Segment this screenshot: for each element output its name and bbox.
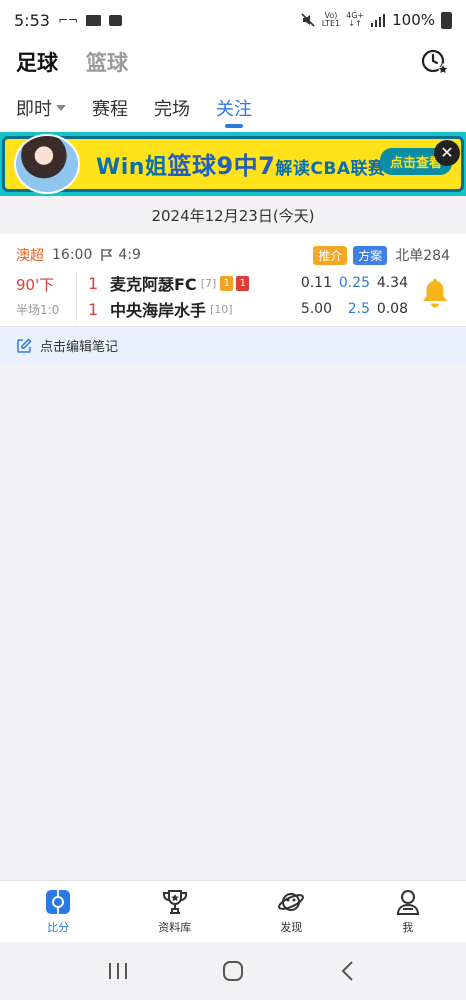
app-screen: 5:53 ⌐¬ Vo) LTE1 4G+ ↓↑ 100% 足球 篮球 即时 赛程… <box>0 0 466 1000</box>
nav-discover[interactable]: 发现 <box>233 881 350 942</box>
nav-discover-label: 发现 <box>280 921 303 934</box>
nav-database-label: 资料库 <box>158 921 192 934</box>
away-score: 1 <box>88 299 99 319</box>
home-team-rank: [7] <box>200 276 217 290</box>
corner-count: 4:9 <box>118 247 141 263</box>
match-minute: 90'下 <box>16 276 55 294</box>
tab-finished[interactable]: 完场 <box>154 84 190 132</box>
user-icon <box>396 890 419 915</box>
date-header: 2024年12月23日(今天) <box>0 196 466 234</box>
handicap-value: 0.25 <box>338 275 370 291</box>
clock-star-icon <box>421 49 450 75</box>
banner-text-c: 解读CBA联赛 <box>275 159 386 179</box>
volte-bottom: LTE1 <box>321 19 341 28</box>
signal-icon <box>371 14 386 27</box>
bottom-nav: 比分 资料库 发现 我 <box>0 880 466 942</box>
away-team-row: 1 中央海岸水手 [10] <box>88 298 237 321</box>
away-team-name: 中央海岸水手 <box>110 301 207 320</box>
network-indicator: 4G+ ↓↑ <box>346 12 364 28</box>
plan-tag[interactable]: 方案 <box>353 245 388 265</box>
odds-value: 5.00 <box>300 301 332 317</box>
nav-scores-label: 比分 <box>47 921 70 934</box>
nav-scores[interactable]: 比分 <box>0 881 117 942</box>
system-nav-bar <box>0 942 466 1000</box>
edit-note-label: 点击编辑笔记 <box>40 340 119 355</box>
home-team-row: 1 麦克阿瑟FC [7] 1 1 <box>88 272 252 294</box>
home-button[interactable] <box>213 956 253 986</box>
odds-value: 0.11 <box>300 275 332 291</box>
promo-banner[interactable]: Win姐篮球9中7解读CBA联赛 点击查看 ✕ <box>0 132 466 196</box>
tab-finished-label: 完场 <box>154 99 190 120</box>
back-icon <box>341 961 354 981</box>
banner-headline: Win姐篮球9中7解读CBA联赛 <box>96 146 385 181</box>
match-meta-row: 澳超 16:00 4:9 推介 方案 北单284 <box>16 244 450 266</box>
banner-text-b: 篮球9中7 <box>167 152 276 180</box>
banner-avatar-image <box>14 134 80 194</box>
home-odds-row: 0.11 0.25 4.34 <box>294 272 408 294</box>
carrier-icon: ⌐¬ <box>57 13 79 27</box>
volte-indicator: Vo) LTE1 <box>322 12 340 28</box>
odds-value: 0.08 <box>376 301 408 317</box>
battery-percent: 100% <box>392 11 435 29</box>
status-right: Vo) LTE1 4G+ ↓↑ 100% <box>300 11 452 29</box>
yellow-card-count: 1 <box>220 275 234 291</box>
match-time: 16:00 <box>52 247 93 263</box>
recommend-tag[interactable]: 推介 <box>313 245 348 265</box>
recent-apps-button[interactable] <box>98 956 138 986</box>
corner-flag-icon <box>101 249 113 261</box>
trophy-icon <box>162 890 187 914</box>
top-header: 足球 篮球 <box>0 40 466 84</box>
tab-live[interactable]: 即时 <box>16 84 66 132</box>
nav-me[interactable]: 我 <box>350 881 466 942</box>
mail-icon <box>86 14 102 26</box>
edit-note-row[interactable]: 点击编辑笔记 <box>0 326 466 364</box>
status-bar: 5:53 ⌐¬ Vo) LTE1 4G+ ↓↑ 100% <box>0 0 466 40</box>
away-team-rank: [10] <box>210 302 233 316</box>
home-score: 1 <box>88 273 99 293</box>
tab-basketball[interactable]: 篮球 <box>86 47 128 77</box>
status-left: 5:53 ⌐¬ <box>14 10 123 30</box>
bell-icon[interactable] <box>420 278 450 310</box>
home-icon <box>222 961 243 981</box>
task-check-icon <box>109 14 123 26</box>
league-name[interactable]: 澳超 <box>16 245 44 265</box>
nav-me-label: 我 <box>402 921 414 934</box>
history-button[interactable] <box>420 47 450 77</box>
match-tags: 推介 方案 北单284 <box>307 245 450 265</box>
close-icon[interactable]: ✕ <box>434 140 460 166</box>
tab-football[interactable]: 足球 <box>16 47 58 77</box>
status-time: 5:53 <box>14 10 50 30</box>
planet-icon <box>278 893 305 911</box>
mute-icon <box>301 13 315 27</box>
recent-apps-icon <box>108 963 127 979</box>
red-card-count: 1 <box>236 275 250 291</box>
tab-live-label: 即时 <box>16 99 52 120</box>
match-status: 90'下 半场1:0 <box>16 274 72 318</box>
chevron-down-icon <box>56 105 66 111</box>
tab-following-label: 关注 <box>216 99 252 120</box>
home-team-name: 麦克阿瑟FC <box>110 275 197 294</box>
banner-text-a: Win姐 <box>96 155 168 180</box>
divider <box>76 274 77 322</box>
handicap-value: 2.5 <box>347 301 370 317</box>
tab-schedule-label: 赛程 <box>92 99 128 120</box>
tab-schedule[interactable]: 赛程 <box>92 84 128 132</box>
back-button[interactable] <box>328 956 368 986</box>
half-time-score: 半场1:0 <box>16 303 60 317</box>
nav-database[interactable]: 资料库 <box>117 881 234 942</box>
battery-icon <box>441 11 452 29</box>
sub-tabs: 即时 赛程 完场 关注 <box>0 84 466 132</box>
away-odds-row: 5.00 2.5 0.08 <box>294 298 408 320</box>
edit-icon <box>17 337 32 353</box>
match-card[interactable]: 澳超 16:00 4:9 推介 方案 北单284 90'下 半场1:0 1 麦克… <box>0 234 466 326</box>
scoreboard-icon <box>46 890 71 914</box>
tab-following[interactable]: 关注 <box>216 84 252 132</box>
odds-value: 4.34 <box>376 275 408 291</box>
data-arrows-icon: ↓↑ <box>348 19 362 28</box>
beidan-number: 北单284 <box>395 248 450 264</box>
